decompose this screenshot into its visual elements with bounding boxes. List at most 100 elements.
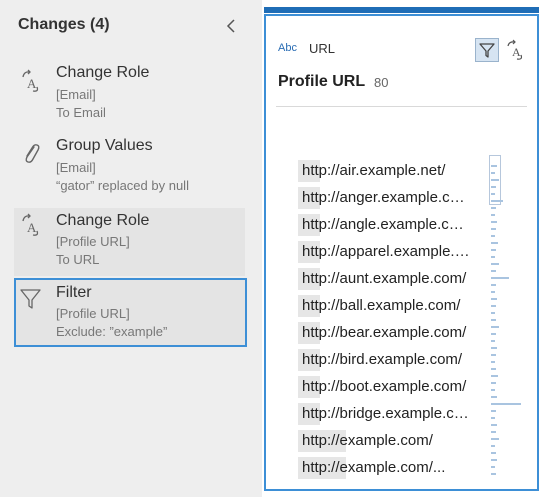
histogram-bar [491,326,499,328]
change-detail-value: “gator” replaced by null [56,178,189,193]
svg-text:A: A [27,76,37,91]
value-text: http://air.example.net/ [302,162,446,179]
histogram-bar [491,186,496,188]
histogram-bar [491,382,496,384]
value-row[interactable]: http://example.com/... [298,455,478,482]
value-text: http://bear.example.com/ [302,324,467,341]
value-row[interactable]: http://example.com/ [298,428,478,455]
histogram-bar [491,207,496,209]
value-text: http://ball.example.com/ [302,297,461,314]
change-detail-field: [Email] [56,160,96,175]
value-text: http://apparel.example.com/ [302,243,470,260]
value-row[interactable]: http://aunt.example.com/ [298,266,478,293]
value-row[interactable]: http://air.example.net/ [298,158,478,185]
histogram-bar [491,424,497,426]
histogram-bar [491,410,496,412]
histogram-bar [491,389,495,391]
histogram-bar [491,361,495,363]
change-role-button[interactable]: A [504,38,528,62]
paperclip-icon [25,144,40,163]
value-row[interactable]: http://bridge.example.com/ [298,401,478,428]
divider [276,106,527,107]
change-detail-value: To Email [56,105,106,120]
value-row[interactable]: http://anger.example.com/ [298,185,478,212]
value-row[interactable]: http://boot.example.com/ [298,374,478,401]
histogram-bar [491,256,495,258]
histogram-bar [491,200,503,202]
change-detail-value: To URL [56,252,100,267]
changes-panel: Changes (4) A Change Role [Email] To Ema… [0,0,262,497]
values-list: http://air.example.net/ http://anger.exa… [298,158,478,482]
string-type-icon[interactable]: Abc [278,42,297,54]
histogram-bar [491,459,497,461]
distinct-count: 80 [374,75,389,90]
change-item-change-role-url[interactable]: A Change Role [Profile URL] To URL [14,208,245,276]
histogram-bar [491,172,495,174]
chevron-left-icon [226,19,235,33]
histogram-bar [491,340,495,342]
change-item-filter[interactable]: Filter [Profile URL] Exclude: ”example” [14,278,247,347]
change-item-group-values[interactable]: Group Values [Email] “gator” replaced by… [14,137,245,205]
filter-button[interactable] [475,38,499,62]
histogram-bar [491,193,495,195]
value-row[interactable]: http://ball.example.com/ [298,293,478,320]
value-text: http://boot.example.com/ [302,378,467,395]
histogram-bar [491,165,497,167]
value-row[interactable]: http://angle.example.com/ [298,212,478,239]
changes-title: Changes (4) [18,16,110,33]
change-item-change-role-email[interactable]: A Change Role [Email] To Email [14,64,245,132]
histogram-bar [491,368,496,370]
value-text: http://anger.example.com/ [302,189,470,206]
histogram-bar [491,445,495,447]
summary-histogram[interactable] [489,155,521,485]
histogram-bar [491,466,495,468]
histogram-bar [491,452,496,454]
value-row[interactable]: http://bear.example.com/ [298,320,478,347]
histogram-bar [491,354,496,356]
histogram-bar [491,312,495,314]
value-row[interactable]: http://apparel.example.com/ [298,239,478,266]
selection-bar [264,7,539,13]
change-detail-field: [Profile URL] [56,234,130,249]
histogram-bar [491,298,497,300]
change-role-icon: A [507,39,523,60]
histogram-bar [491,438,499,440]
histogram-bar [491,347,497,349]
histogram-bar [491,375,498,377]
histogram-bar [491,235,495,237]
histogram-bar [491,319,496,321]
histogram-bar [491,270,496,272]
profile-panel: Abc URL A Profile URL 80 http://air.exam… [262,0,541,497]
value-text: http://aunt.example.com/ [302,270,467,287]
svg-text:A: A [512,45,521,59]
histogram-bar [491,417,495,419]
histogram-bar [491,277,509,279]
filter-icon [479,43,495,58]
change-name: Change Role [56,212,150,229]
value-row[interactable]: http://bird.example.com/ [298,347,478,374]
change-name: Group Values [56,137,153,154]
change-detail-field: [Profile URL] [56,306,130,321]
value-text: http://bridge.example.com/ [302,405,470,422]
histogram-bar [491,221,497,223]
value-text: http://bird.example.com/ [302,351,463,368]
filter-icon [20,289,41,309]
profile-field-title: Profile URL [278,73,366,90]
histogram-bar [491,214,495,216]
histogram-bar [491,333,496,335]
change-role-icon: A [22,69,39,92]
histogram-bar [491,242,498,244]
histogram-bar [491,284,496,286]
change-detail-field: [Email] [56,87,96,102]
svg-text:A: A [27,220,37,235]
histogram-bar [491,396,497,398]
value-text: http://angle.example.com/ [302,216,470,233]
histogram-bar [491,403,521,405]
profile-card[interactable]: Abc URL A Profile URL 80 http://air.exam… [264,14,539,491]
histogram-bar [491,228,496,230]
histogram-bar [491,305,496,307]
histogram-bar [491,431,496,433]
value-text: http://example.com/... [302,459,446,476]
collapse-panel-button[interactable] [224,16,240,36]
histogram-bar [491,179,499,181]
